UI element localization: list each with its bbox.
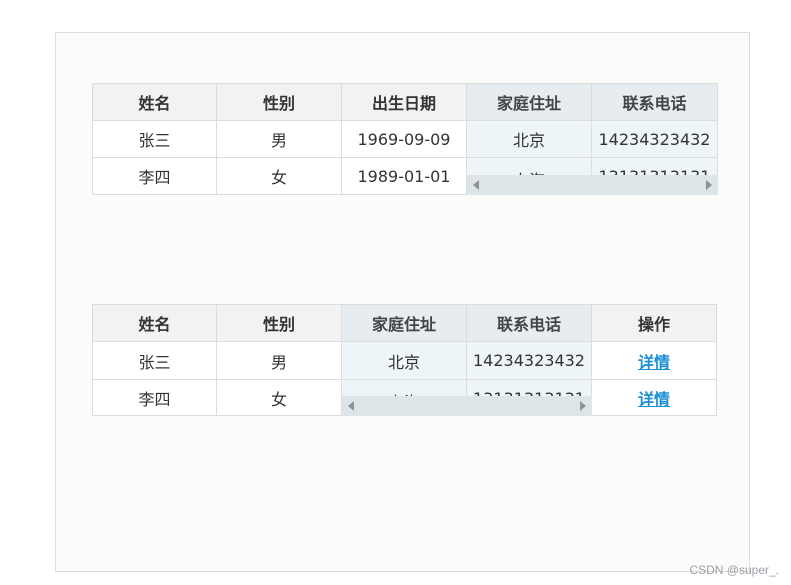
column-header-birthdate: 出生日期 <box>342 83 467 121</box>
cell-birthdate: 1989-01-01 <box>342 158 467 195</box>
cell-action: 详情 <box>592 342 717 380</box>
column-header-phone: 联系电话 <box>592 83 718 121</box>
cell-name: 李四 <box>92 380 217 416</box>
details-link[interactable]: 详情 <box>638 349 670 373</box>
cell-phone: 14234323432 <box>467 342 592 380</box>
cell-address: 北京 <box>342 342 467 380</box>
table-header-row: 姓名 性别 出生日期 家庭住址 联系电话 <box>92 83 718 121</box>
table-header-row: 姓名 性别 家庭住址 联系电话 操作 <box>92 304 717 342</box>
details-link[interactable]: 详情 <box>638 386 670 410</box>
table-row: 张三 男 北京 14234323432 详情 <box>92 342 717 380</box>
scroll-right-arrow-icon[interactable] <box>576 396 590 416</box>
cell-gender: 男 <box>217 342 342 380</box>
column-header-name: 姓名 <box>92 83 217 121</box>
column-header-gender: 性别 <box>217 304 342 342</box>
cell-name: 张三 <box>92 121 217 158</box>
table-1: 姓名 性别 出生日期 家庭住址 联系电话 张三 男 1969-09-09 北京 … <box>92 83 718 195</box>
table-2: 姓名 性别 家庭住址 联系电话 操作 张三 男 北京 14234323432 详… <box>92 304 717 416</box>
horizontal-scrollbar[interactable] <box>342 396 592 416</box>
column-header-action: 操作 <box>592 304 717 342</box>
scroll-left-arrow-icon[interactable] <box>344 396 358 416</box>
cell-name: 张三 <box>92 342 217 380</box>
column-header-address: 家庭住址 <box>467 83 592 121</box>
column-header-phone: 联系电话 <box>467 304 592 342</box>
scroll-right-arrow-icon[interactable] <box>702 175 716 195</box>
cell-gender: 男 <box>217 121 342 158</box>
cell-gender: 女 <box>217 158 342 195</box>
cell-name: 李四 <box>92 158 217 195</box>
cell-phone: 14234323432 <box>592 121 718 158</box>
cell-gender: 女 <box>217 380 342 416</box>
cell-action: 详情 <box>592 380 717 416</box>
watermark: CSDN @super_. <box>689 563 779 577</box>
column-header-name: 姓名 <box>92 304 217 342</box>
table-row: 张三 男 1969-09-09 北京 14234323432 <box>92 121 718 158</box>
cell-birthdate: 1969-09-09 <box>342 121 467 158</box>
horizontal-scrollbar[interactable] <box>467 175 718 195</box>
scroll-left-arrow-icon[interactable] <box>469 175 483 195</box>
column-header-address: 家庭住址 <box>342 304 467 342</box>
cell-address: 北京 <box>467 121 592 158</box>
column-header-gender: 性别 <box>217 83 342 121</box>
